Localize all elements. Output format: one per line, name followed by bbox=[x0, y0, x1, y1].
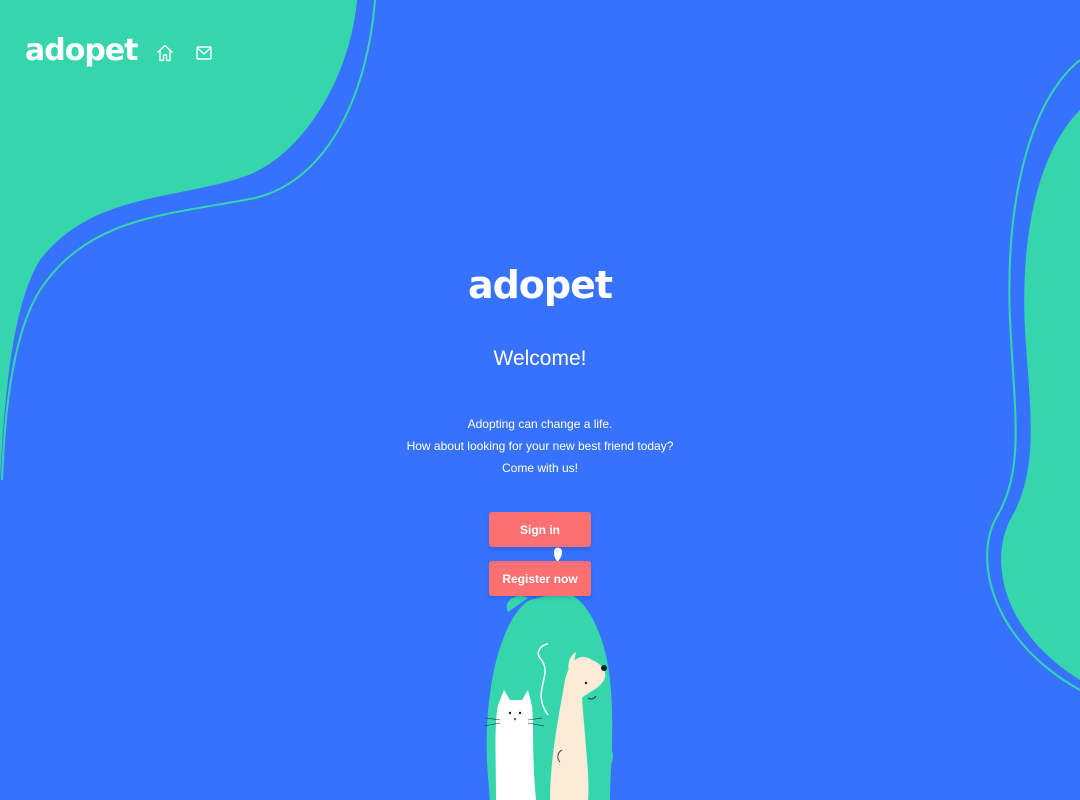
description-line: How about looking for your new best frie… bbox=[406, 439, 674, 453]
top-left-green-blob bbox=[0, 0, 357, 480]
sign-in-button[interactable]: Sign in bbox=[489, 512, 591, 547]
main-logo: adopet bbox=[467, 263, 613, 307]
header-logo[interactable]: adopet bbox=[25, 36, 138, 66]
mail-icon[interactable] bbox=[194, 43, 214, 63]
description: Adopting can change a life. How about lo… bbox=[0, 413, 1080, 479]
description-line: Come with us! bbox=[501, 461, 579, 475]
right-green-blob bbox=[1001, 110, 1080, 680]
register-button[interactable]: Register now bbox=[489, 561, 591, 596]
description-line: Adopting can change a life. bbox=[467, 417, 613, 431]
welcome-heading: Welcome! bbox=[493, 347, 587, 370]
home-icon[interactable] bbox=[155, 43, 175, 63]
